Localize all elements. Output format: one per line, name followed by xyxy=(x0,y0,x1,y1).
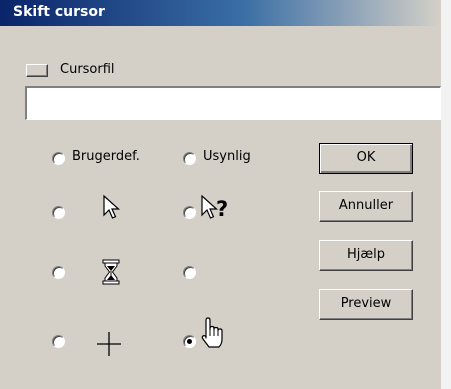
cursor-file-label: Cursorfil xyxy=(60,62,115,77)
radio-hand[interactable] xyxy=(183,335,196,348)
radio-hourglass[interactable] xyxy=(52,266,65,279)
cursor-file-button[interactable] xyxy=(26,64,48,77)
option-custom-label: Brugerdef. xyxy=(72,149,140,164)
svg-text:?: ? xyxy=(216,197,228,221)
radio-crosshair[interactable] xyxy=(52,335,65,348)
cancel-button[interactable]: Annuller xyxy=(319,191,413,222)
radio-help[interactable] xyxy=(183,206,196,219)
ok-button[interactable]: OK xyxy=(319,143,413,174)
help-button[interactable]: Hjælp xyxy=(319,240,413,271)
radio-invisible[interactable] xyxy=(183,152,196,165)
window-title: Skift cursor xyxy=(13,4,105,20)
radio-blank[interactable] xyxy=(183,266,196,279)
radio-custom[interactable] xyxy=(52,152,65,165)
radio-arrow[interactable] xyxy=(52,206,65,219)
arrow-cursor-icon xyxy=(103,194,121,219)
radio-selected-dot xyxy=(187,339,192,344)
preview-button[interactable]: Preview xyxy=(319,289,413,320)
option-invisible-label: Usynlig xyxy=(203,149,251,164)
crosshair-cursor-icon xyxy=(97,332,121,356)
window-edge xyxy=(441,0,451,389)
hand-cursor-icon xyxy=(201,317,223,348)
cursor-file-input[interactable] xyxy=(25,86,441,120)
hourglass-cursor-icon xyxy=(102,259,120,285)
help-cursor-icon: ? xyxy=(201,194,228,221)
title-bar: Skift cursor xyxy=(0,0,441,26)
